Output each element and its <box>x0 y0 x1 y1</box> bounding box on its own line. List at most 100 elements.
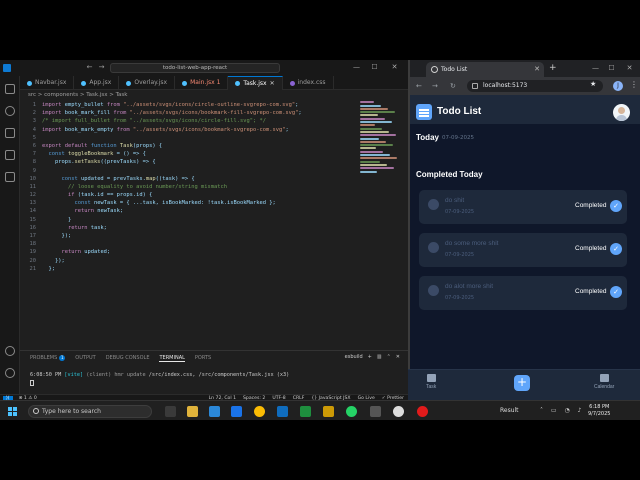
maximize-icon[interactable]: ☐ <box>370 63 379 72</box>
code-line[interactable]: 21 }; <box>20 265 360 273</box>
task-view-icon[interactable] <box>165 406 176 417</box>
command-center-search[interactable]: todo-list-web-app-react <box>110 63 280 73</box>
code-line[interactable]: 9 <box>20 167 360 175</box>
task-bullet-icon[interactable] <box>428 199 439 210</box>
task-card[interactable]: do shit 07-09-2025 Completed ✓ <box>419 190 627 224</box>
new-tab-icon[interactable]: + <box>549 62 557 75</box>
profile-avatar[interactable]: J <box>613 81 623 91</box>
trash-icon[interactable]: ▥ <box>377 354 382 360</box>
check-icon[interactable]: ✓ <box>610 200 622 212</box>
code-line[interactable]: 6 export default function Task(props) { <box>20 142 360 150</box>
sublime-icon[interactable] <box>323 406 334 417</box>
code-line[interactable]: 4 import book_mark_empty from "../assets/… <box>20 126 360 134</box>
excel-icon[interactable] <box>300 406 311 417</box>
task-bullet-icon[interactable] <box>428 285 439 296</box>
tab-task[interactable]: Task.jsx ✕ <box>228 76 283 91</box>
kebab-menu-icon[interactable]: ⋮ <box>630 80 638 89</box>
close-icon[interactable]: ✕ <box>390 63 399 72</box>
check-icon[interactable]: ✓ <box>610 243 622 255</box>
add-task-button[interactable]: + <box>514 375 530 391</box>
code-line[interactable]: 2 import book_mark_fill from "../assets/s… <box>20 109 360 117</box>
code-line[interactable]: 15 } <box>20 216 360 224</box>
taskbar-clock[interactable]: 6:18 PM 9/7/2025 <box>588 404 610 418</box>
maximize-icon[interactable]: ☐ <box>607 64 616 73</box>
search-icon[interactable] <box>5 106 15 116</box>
settings-gear-icon[interactable] <box>5 368 15 378</box>
code-line[interactable]: 19 return updated; <box>20 248 360 256</box>
taskbar-search[interactable]: Type here to search <box>28 405 152 418</box>
terminal-output[interactable]: 6:08:50 PM [vite] (client) hmr update /s… <box>30 372 289 388</box>
bookmark-star-icon[interactable]: ★ <box>590 80 596 88</box>
nav-calendar[interactable]: Calendar <box>594 374 614 390</box>
browser-tab[interactable]: Todo List ✕ <box>426 62 544 77</box>
terminal-shell-label[interactable]: esbuild <box>345 354 363 360</box>
chrome-taskbar-icon[interactable] <box>254 406 265 417</box>
forward-arrow-icon[interactable]: → <box>432 81 438 91</box>
nav-task[interactable]: Task <box>426 374 436 390</box>
code-line[interactable]: 18 <box>20 240 360 248</box>
media-icon[interactable] <box>393 406 404 417</box>
store-icon[interactable] <box>231 406 242 417</box>
site-info-icon[interactable] <box>472 83 478 89</box>
close-tab-icon[interactable]: ✕ <box>534 62 540 77</box>
code-line[interactable]: 13 const newTask = { ...task, isBookMark… <box>20 199 360 207</box>
code-line[interactable]: 3 /* import full_bullet from "../assets/s… <box>20 117 360 125</box>
system-tray-icon[interactable]: ˄ ▭ ◔ ♪ <box>540 407 584 414</box>
account-icon[interactable] <box>5 346 15 356</box>
tab-problems[interactable]: PROBLEMS 1 <box>30 355 66 362</box>
extensions-icon[interactable] <box>5 172 15 182</box>
task-title: do alot more shit <box>445 283 494 290</box>
back-arrow-icon[interactable]: ← <box>86 64 93 71</box>
minimap[interactable] <box>360 100 402 180</box>
add-terminal-icon[interactable]: + <box>368 354 372 360</box>
code-line[interactable]: 16 return task; <box>20 224 360 232</box>
forward-arrow-icon[interactable]: → <box>98 64 105 71</box>
close-icon[interactable]: ✕ <box>625 64 634 73</box>
breadcrumb[interactable]: src > components > Task.jsx > Task <box>28 92 127 98</box>
code-line[interactable]: 17 }); <box>20 232 360 240</box>
code-line[interactable]: 14 return newTask; <box>20 207 360 215</box>
maximize-panel-icon[interactable]: ⌃ <box>387 354 391 360</box>
tab-output[interactable]: OUTPUT <box>75 355 95 362</box>
address-bar[interactable]: localhost:5173 <box>467 80 603 92</box>
recorder-icon[interactable] <box>417 406 428 417</box>
tab-navbar[interactable]: Navbar.jsx <box>20 76 75 90</box>
reload-icon[interactable]: ↻ <box>450 81 456 91</box>
app-icon[interactable] <box>370 406 381 417</box>
widget-result[interactable]: Result <box>500 407 519 414</box>
vscode-taskbar-icon[interactable] <box>209 406 220 417</box>
source-control-icon[interactable] <box>5 128 15 138</box>
tab-debug-console[interactable]: DEBUG CONSOLE <box>106 355 150 362</box>
tab-overlay[interactable]: Overlay.jsx <box>119 76 176 90</box>
mail-icon[interactable] <box>277 406 288 417</box>
explorer-icon[interactable] <box>5 84 15 94</box>
file-explorer-icon[interactable] <box>187 406 198 417</box>
task-card[interactable]: do alot more shit 07-09-2025 Completed ✓ <box>419 276 627 310</box>
tab-terminal[interactable]: TERMINAL <box>159 355 185 362</box>
tab-close-icon[interactable]: ✕ <box>270 77 275 91</box>
code-editor[interactable]: 1 import empty_bullet from "../assets/svg… <box>20 101 360 347</box>
code-line[interactable]: 8 props.setTasks((prevTasks) => { <box>20 158 360 166</box>
minimize-icon[interactable]: — <box>591 64 600 73</box>
code-line[interactable]: 11 // loose equality to avoid number/str… <box>20 183 360 191</box>
code-line[interactable]: 7 const toggleBookmark = () => { <box>20 150 360 158</box>
back-arrow-icon[interactable]: ← <box>416 81 422 91</box>
code-line[interactable]: 5 <box>20 134 360 142</box>
tab-ports[interactable]: PORTS <box>195 355 211 362</box>
close-panel-icon[interactable]: ✕ <box>396 354 400 360</box>
windows-start-icon[interactable] <box>8 407 17 416</box>
code-line[interactable]: 12 if (task.id == props.id) { <box>20 191 360 199</box>
tab-app[interactable]: App.jsx <box>74 76 120 90</box>
tab-main[interactable]: Main.jsx 1 <box>175 76 229 90</box>
task-card[interactable]: do some more shit 07-09-2025 Completed ✓ <box>419 233 627 267</box>
code-line[interactable]: 1 import empty_bullet from "../assets/svg… <box>20 101 360 109</box>
task-bullet-icon[interactable] <box>428 242 439 253</box>
run-debug-icon[interactable] <box>5 150 15 160</box>
whatsapp-icon[interactable] <box>346 406 357 417</box>
tab-index-css[interactable]: index.css <box>283 76 334 90</box>
minimize-icon[interactable]: — <box>352 63 361 72</box>
code-line[interactable]: 20 }); <box>20 257 360 265</box>
user-avatar[interactable] <box>613 104 630 121</box>
check-icon[interactable]: ✓ <box>610 286 622 298</box>
code-line[interactable]: 10 const updated = prevTasks.map((task) … <box>20 175 360 183</box>
